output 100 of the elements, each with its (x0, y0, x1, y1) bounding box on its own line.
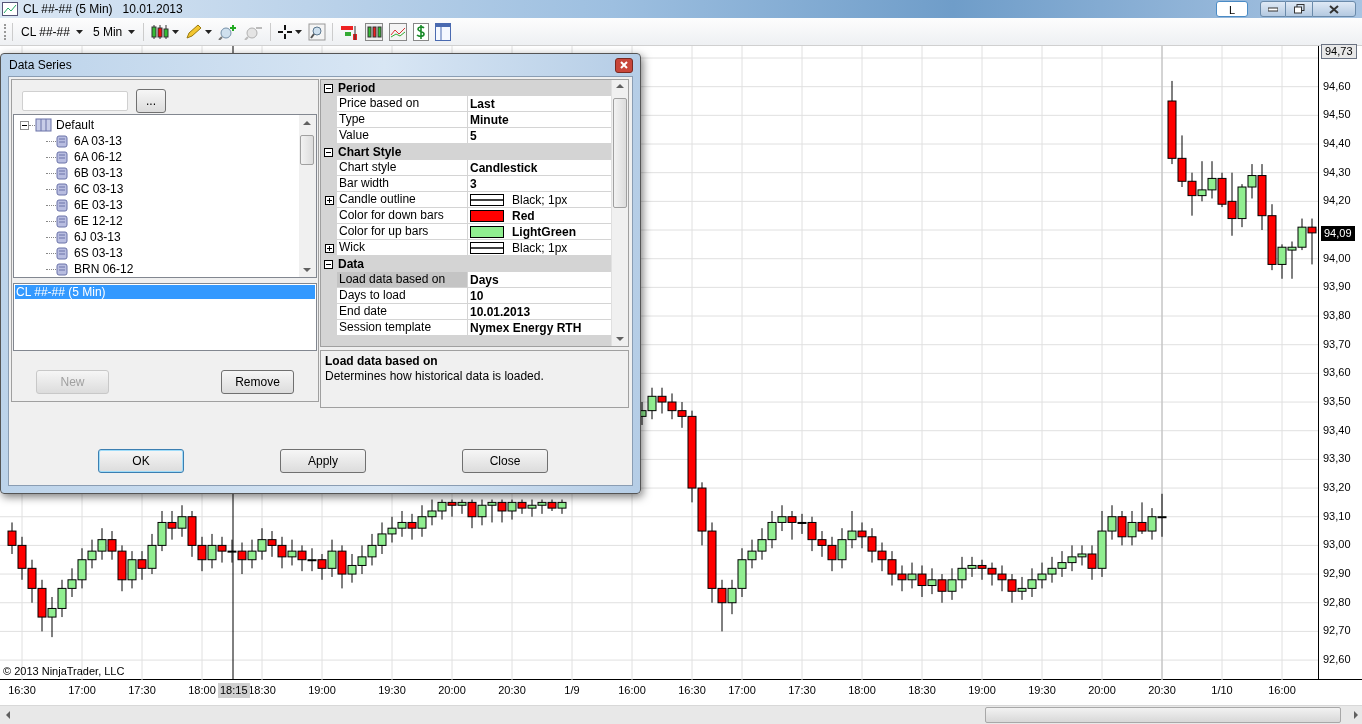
time-label: 18:00 (188, 685, 216, 696)
property-label[interactable]: Session template (337, 320, 468, 336)
property-value[interactable]: 10 (470, 289, 484, 302)
tree-item[interactable]: 6B 03-13 (74, 164, 123, 182)
high-price-marker: 94,73 (1321, 44, 1357, 59)
property-label[interactable]: Price based on (337, 96, 468, 112)
price-label: 94,20 (1323, 195, 1351, 207)
price-label: 93,20 (1323, 482, 1351, 494)
price-label: 93,90 (1323, 281, 1351, 293)
property-label[interactable]: Wick (337, 240, 468, 256)
price-label: 93,00 (1323, 539, 1351, 551)
crosshair-time-label: 18:15 (218, 683, 250, 698)
property-value[interactable]: Last (470, 97, 495, 110)
caret-icon (75, 29, 83, 34)
interval-dropdown[interactable]: 5 Min (90, 22, 138, 41)
price-label: 93,10 (1323, 510, 1351, 522)
time-label: 19:00 (968, 685, 996, 696)
property-label[interactable]: Value (337, 128, 468, 144)
collapse-toggle[interactable] (324, 259, 333, 269)
time-label: 16:00 (1268, 685, 1296, 696)
collapse-toggle[interactable] (324, 147, 333, 157)
property-label[interactable]: Candle outline (337, 192, 468, 208)
property-label[interactable]: Days to load (337, 288, 468, 304)
time-label: 16:30 (8, 685, 36, 696)
tree-item[interactable]: 6E 12-12 (74, 212, 123, 230)
candle-chart-icon[interactable] (365, 22, 384, 41)
dollar-icon[interactable] (413, 22, 430, 41)
tree-item[interactable]: 6A 03-13 (74, 132, 123, 150)
tree-toggle[interactable] (20, 120, 29, 130)
instrument-dropdown[interactable]: CL ##-## (19, 22, 85, 41)
time-label: 20:30 (498, 685, 526, 696)
window-layout-icon[interactable] (435, 22, 452, 41)
property-label[interactable]: End date (337, 304, 468, 320)
database-icon (56, 230, 68, 244)
maximize-button[interactable] (1286, 1, 1312, 17)
close-button[interactable] (615, 57, 633, 73)
category-header[interactable]: Data (338, 255, 364, 273)
expand-toggle[interactable] (324, 195, 334, 205)
chart-app-icon (2, 2, 18, 16)
price-label: 92,90 (1323, 568, 1351, 580)
tree-item[interactable]: 6J 03-13 (74, 228, 121, 246)
line-chart-icon[interactable] (389, 22, 408, 41)
time-label: 17:00 (728, 685, 756, 696)
window-close-button[interactable] (1312, 1, 1356, 17)
scroll-left-icon[interactable] (6, 711, 10, 719)
search-icon[interactable] (308, 22, 327, 41)
category-header[interactable]: Period (338, 80, 376, 97)
apply-button[interactable]: Apply (280, 449, 366, 473)
property-label[interactable]: Color for up bars (337, 224, 468, 240)
restore-icon (1293, 4, 1305, 14)
price-label: 93,80 (1323, 310, 1351, 321)
scroll-down-icon[interactable] (616, 337, 624, 341)
scroll-up-icon[interactable] (303, 121, 311, 125)
search-field[interactable] (22, 90, 128, 111)
property-label[interactable]: Color for down bars (337, 208, 468, 224)
time-label: 16:00 (618, 685, 646, 696)
link-button[interactable]: L (1216, 1, 1248, 17)
scroll-right-icon[interactable] (1354, 711, 1358, 719)
price-label: 93,40 (1323, 424, 1351, 436)
ok-button[interactable]: OK (98, 449, 184, 473)
scrollbar-thumb[interactable] (613, 98, 627, 208)
property-label[interactable]: Bar width (337, 176, 468, 192)
scroll-up-icon[interactable] (616, 84, 624, 88)
crosshair-icon (277, 23, 294, 40)
window-title: CL ##-## (5 Min) (23, 1, 113, 18)
scrollbar-thumb[interactable] (985, 707, 1341, 723)
remove-button[interactable]: Remove (221, 370, 294, 394)
collapse-toggle[interactable] (324, 83, 333, 93)
property-label[interactable]: Chart style (337, 160, 468, 176)
property-value[interactable]: 5 (470, 129, 477, 142)
time-label: 19:30 (1028, 685, 1056, 696)
property-value[interactable]: Red (512, 209, 535, 222)
scrollbar-thumb[interactable] (300, 135, 314, 165)
close-dialog-button[interactable]: Close (462, 449, 548, 473)
time-label: 1/10 (1211, 685, 1233, 696)
chart-style-dropdown[interactable] (150, 23, 180, 40)
price-label: 94,50 (1323, 109, 1351, 121)
tree-item[interactable]: 6E 03-13 (74, 196, 123, 214)
close-icon (620, 61, 628, 69)
zoom-in-icon[interactable] (218, 23, 239, 40)
time-label: 19:30 (378, 685, 406, 696)
tree-item[interactable]: 6A 06-12 (74, 148, 123, 166)
time-label: 16:30 (678, 685, 706, 696)
property-value[interactable]: Days (470, 273, 499, 286)
crosshair-dropdown[interactable] (277, 23, 303, 40)
tree-item[interactable]: 6S 03-13 (74, 244, 123, 262)
drawing-tool-dropdown[interactable] (185, 23, 213, 40)
property-label[interactable]: Load data based on (337, 272, 468, 288)
tree-item[interactable]: 6C 03-13 (74, 180, 124, 198)
category-header[interactable]: Chart Style (338, 143, 402, 161)
scroll-down-icon[interactable] (303, 268, 311, 272)
expand-toggle[interactable] (324, 243, 334, 253)
tree-item[interactable]: Default (56, 116, 95, 134)
tree-item[interactable]: BRN 06-12 (74, 260, 134, 277)
property-value[interactable]: 3 (470, 177, 477, 190)
property-label[interactable]: Type (337, 112, 468, 128)
caret-icon (295, 29, 303, 34)
time-label: 18:00 (848, 685, 876, 696)
browse-button[interactable]: ... (136, 88, 166, 113)
time-label: 17:30 (788, 685, 816, 696)
